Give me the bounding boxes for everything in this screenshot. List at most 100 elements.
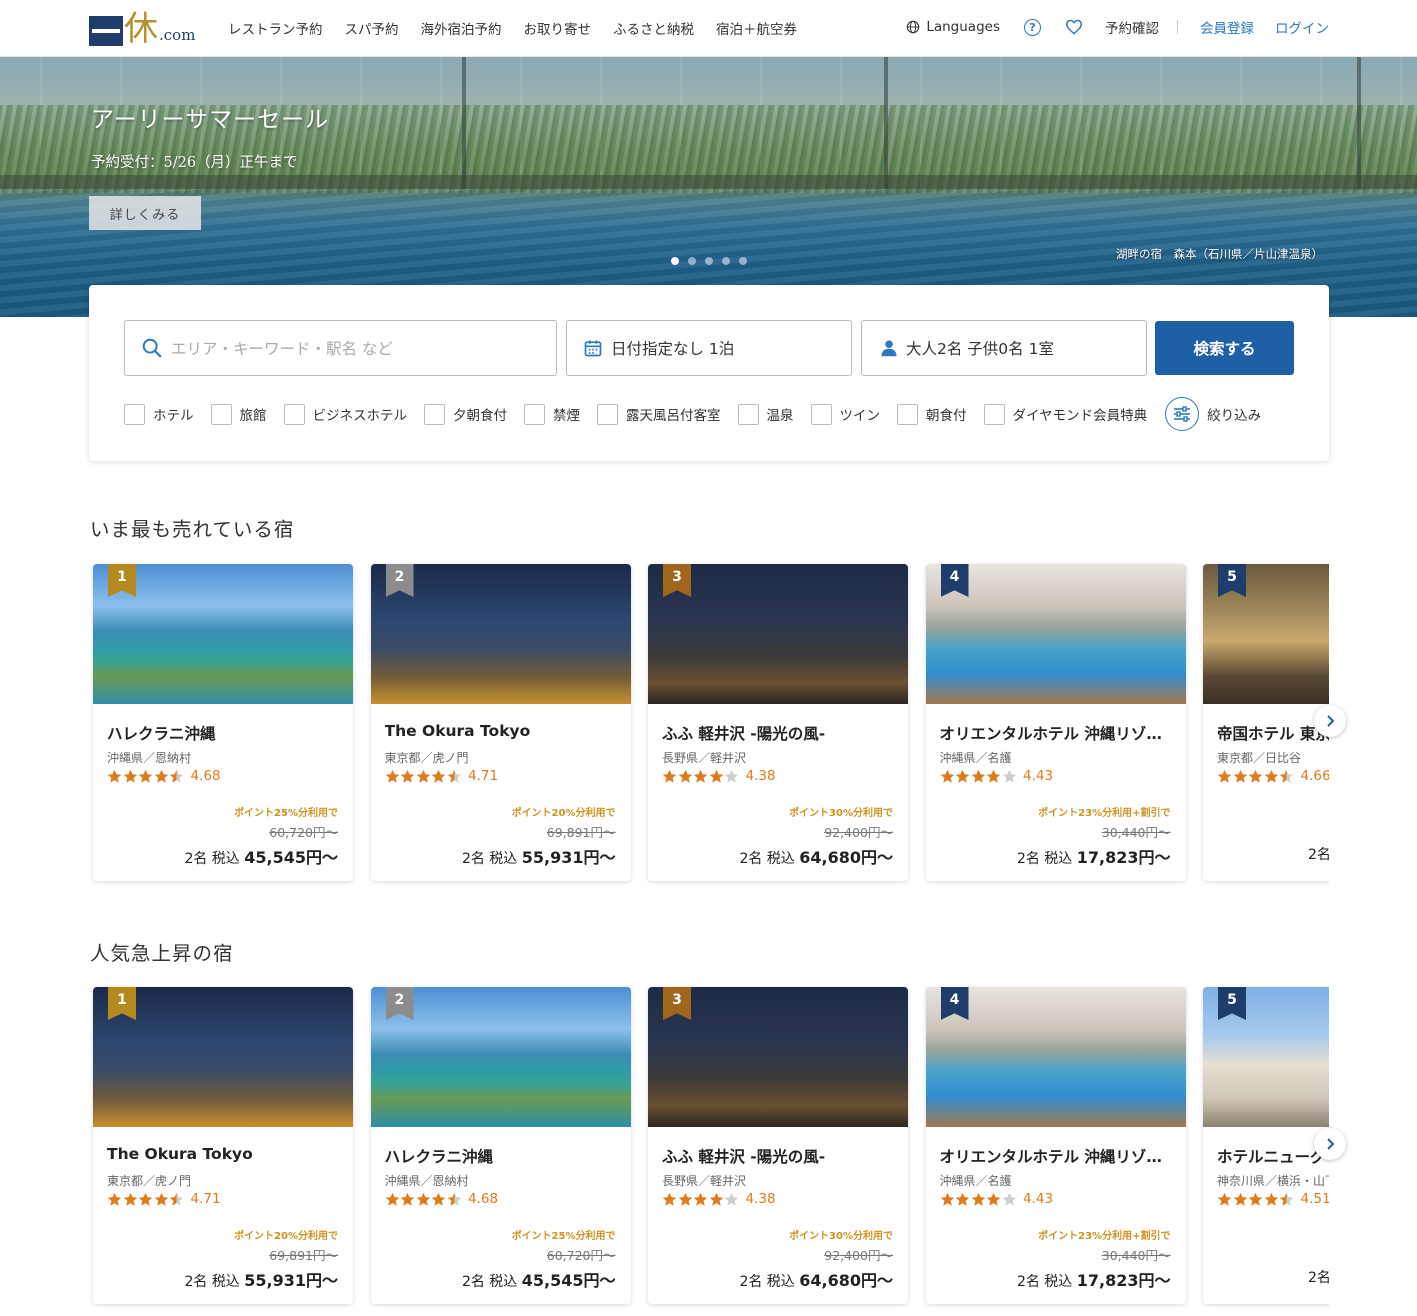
rating-stars (940, 769, 1018, 784)
carousel-dot[interactable] (739, 257, 747, 265)
price-prefix: 2名 税込 (1016, 1274, 1077, 1290)
date-value: 日付指定なし 1泊 (611, 340, 735, 358)
filter-checkbox[interactable] (737, 403, 759, 425)
star-icon (107, 769, 122, 784)
hotel-name[interactable]: The Okura Tokyo (385, 722, 617, 740)
carousel-dot[interactable] (705, 257, 713, 265)
filter-option[interactable]: ツイン (810, 403, 880, 425)
rating-stars (107, 1192, 185, 1207)
hotel-card[interactable]: 5 帝国ホテル 東京 東京都／日比谷 4.66 2名 (1203, 564, 1329, 881)
discounted-price: 2名 (1308, 1267, 1329, 1287)
hotel-name[interactable]: 帝国ホテル 東京 (1217, 722, 1329, 744)
filter-option[interactable]: 夕朝食付 (424, 403, 507, 425)
rating-stars (107, 769, 185, 784)
search-button[interactable]: 検索する (1155, 321, 1294, 375)
star-icon (447, 1192, 462, 1207)
filter-option[interactable]: ビジネスホテル (283, 403, 407, 425)
carousel-dot[interactable] (722, 257, 730, 265)
filter-option[interactable]: 温泉 (737, 403, 794, 425)
hotel-name[interactable]: ふふ 軽井沢 -陽光の風- (662, 722, 894, 744)
nav-gourmet[interactable]: お取り寄せ (524, 18, 592, 38)
hero-banner[interactable]: アーリーサマーセール 予約受付：5/26（月）正午まで 詳しくみる 湖畔の宿 森… (0, 57, 1417, 317)
star-icon (385, 769, 400, 784)
hotel-name[interactable]: The Okura Tokyo (107, 1145, 339, 1163)
nav-furusato[interactable]: ふるさと納税 (613, 18, 694, 38)
nav-hotel-flight[interactable]: 宿泊＋航空券 (716, 18, 797, 38)
hotel-name[interactable]: ハレクラニ沖縄 (107, 722, 339, 744)
filter-checkbox[interactable] (597, 403, 618, 425)
filter-option[interactable]: 旅館 (210, 403, 267, 425)
star-icon (693, 769, 708, 784)
hero-details-button[interactable]: 詳しくみる (89, 196, 201, 230)
hotel-card[interactable]: 1 The Okura Tokyo 東京都／虎ノ門 4.71 ポイント20%分利用で 69… (93, 987, 353, 1304)
person-icon (881, 340, 897, 357)
price-prefix: 2名 (1308, 1270, 1329, 1286)
filter-checkbox[interactable] (810, 403, 832, 425)
rating-value: 4.66 (1300, 768, 1330, 784)
carousel-next-button[interactable] (1314, 705, 1346, 737)
hotel-name[interactable]: ホテルニューグランド (1217, 1145, 1329, 1167)
filter-label: 禁煙 (553, 408, 580, 424)
filter-option[interactable]: 露天風呂付客室 (597, 403, 721, 425)
keyword-search-input[interactable]: エリア・キーワード・駅名 など (124, 320, 557, 376)
hotel-card[interactable]: 1 ハレクラニ沖縄 沖縄県／恩納村 4.68 ポイント25%分利用で 60,720円〜 2名… (93, 564, 353, 881)
date-selector[interactable]: 日付指定なし 1泊 (566, 320, 852, 376)
nav-spa[interactable]: スパ予約 (345, 18, 399, 38)
filter-checkbox[interactable] (210, 403, 232, 425)
signup-link[interactable]: 会員登録 (1200, 17, 1254, 37)
guests-selector[interactable]: 大人2名 子供0名 1室 (861, 320, 1147, 376)
price-value: 64,680円〜 (799, 848, 893, 867)
star-icon (678, 769, 693, 784)
filter-option[interactable]: 朝食付 (897, 403, 967, 425)
reservation-check-link[interactable]: 予約確認 (1105, 17, 1159, 37)
filter-checkbox[interactable] (897, 403, 918, 425)
star-icon (724, 1192, 739, 1207)
hotel-name[interactable]: ハレクラニ沖縄 (385, 1145, 617, 1167)
star-icon (385, 1192, 400, 1207)
filter-option[interactable]: ダイヤモンド会員特典 (983, 403, 1147, 425)
filter-label: 温泉 (766, 408, 794, 424)
hotel-name[interactable]: オリエンタルホテル 沖縄リゾート&スパ (940, 722, 1172, 744)
hotel-card[interactable]: 5ホテルニューグランド神奈川県／横浜・山下公園4.512名 (1203, 987, 1329, 1304)
rating-stars (662, 1192, 740, 1207)
filter-option[interactable]: 禁煙 (524, 403, 580, 425)
nav-restaurant[interactable]: レストラン予約 (228, 18, 323, 38)
carousel-next-button[interactable] (1314, 1128, 1346, 1160)
star-icon (1233, 769, 1248, 784)
carousel-dot[interactable] (671, 257, 679, 265)
site-logo[interactable]: 休 .com (89, 8, 204, 46)
star-icon (662, 769, 677, 784)
help-icon[interactable]: ? (1024, 18, 1041, 36)
star-icon (709, 769, 724, 784)
hotel-card[interactable]: 4オリエンタルホテル 沖縄リゾート&スパ沖縄県／名護4.43ポイント23%分利用… (925, 987, 1186, 1304)
star-icon (1279, 769, 1294, 784)
carousel-dot[interactable] (688, 257, 696, 265)
languages-label: Languages (926, 19, 1000, 35)
hotel-card[interactable]: 3 ふふ 軽井沢 -陽光の風- 長野県／軽井沢 4.38 ポイント30%分利用で 92,4… (648, 564, 908, 881)
login-link[interactable]: ログイン (1275, 17, 1329, 37)
filter-option[interactable]: ホテル (124, 403, 194, 425)
search-panel: エリア・キーワード・駅名 など 日付指定なし 1泊 大人2名 子供0名 1室 検… (89, 285, 1329, 461)
filter-checkbox[interactable] (983, 403, 1005, 425)
star-icon (123, 769, 138, 784)
favorites-heart-icon[interactable] (1065, 18, 1083, 36)
filter-checkbox[interactable] (124, 403, 145, 425)
hotel-card[interactable]: 4オリエンタルホテル 沖縄リゾート&スパ沖縄県／名護4.43ポイント23%分利用… (925, 564, 1186, 881)
languages-menu[interactable]: Languages (906, 19, 1000, 35)
hotel-name[interactable]: ふふ 軽井沢 -陽光の風- (662, 1145, 894, 1167)
chevron-right-icon (1327, 1138, 1335, 1150)
filter-checkbox[interactable] (283, 403, 305, 425)
star-icon (154, 1192, 169, 1207)
point-note: ポイント25%分利用で (511, 1231, 616, 1242)
hotel-card[interactable]: 2 ハレクラニ沖縄 沖縄県／恩納村 4.68 ポイント25%分利用で 60,720円〜 2名… (370, 987, 631, 1304)
hotel-card[interactable]: 2 The Okura Tokyo 東京都／虎ノ門 4.71 ポイント20%分利用で 69… (370, 564, 631, 881)
hotel-card[interactable]: 3 ふふ 軽井沢 -陽光の風- 長野県／軽井沢 4.38 ポイント30%分利用で 92,4… (648, 987, 908, 1304)
hotel-name[interactable]: オリエンタルホテル 沖縄リゾート&スパ (940, 1145, 1172, 1167)
discounted-price: 2名 税込 64,680円〜 (739, 844, 893, 868)
refine-filter-button[interactable]: 絞り込み (1165, 397, 1261, 431)
filter-checkbox[interactable] (524, 403, 545, 425)
logo-kanji: 休 (124, 9, 158, 49)
nav-overseas[interactable]: 海外宿泊予約 (421, 18, 502, 38)
filter-checkbox[interactable] (424, 403, 445, 425)
star-icon (447, 769, 462, 784)
